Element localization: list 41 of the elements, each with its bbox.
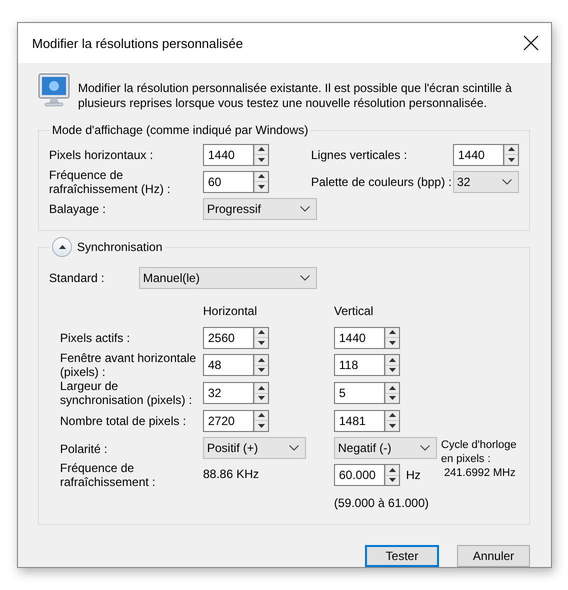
dropdown[interactable]: Positif (+) <box>203 436 306 458</box>
group-title: Synchronisation <box>77 240 162 254</box>
number-field[interactable]: 2560 <box>203 326 253 348</box>
field-label: Standard : <box>49 271 106 285</box>
pixel-clock-text: Cycle d'horloge en pixels : 241.6992 MHz <box>441 438 518 480</box>
dropdown[interactable]: Manuel(le) <box>139 267 317 289</box>
dialog-button[interactable]: Annuler <box>457 545 530 567</box>
default-button[interactable]: Tester <box>365 545 439 567</box>
number-field[interactable]: 60 <box>203 170 253 192</box>
field-label: Fenêtre avant horizontale (pixels) : <box>60 351 198 379</box>
number-field[interactable]: 2720 <box>203 410 253 432</box>
dropdown[interactable]: Negatif (-) <box>334 436 437 458</box>
number-field[interactable]: 1440 <box>453 144 503 166</box>
field-label: Pixels actifs : <box>60 330 132 344</box>
number-field[interactable]: 118 <box>334 354 384 376</box>
dropdown[interactable]: Progressif <box>203 198 317 220</box>
number-field[interactable]: 1440 <box>203 144 253 166</box>
column-header: Vertical <box>334 304 374 318</box>
window-title: Modifier la résolutions personnalisée <box>32 36 244 50</box>
field-label: Balayage : <box>49 202 107 216</box>
description-text: Modifier la résolution personnalisée existante. Il est possible que l'écran scintille à plusieurs reprises lorsque vous testez une nouvelle résolution personnalisée. <box>78 81 513 111</box>
range-text: (59.000 à 61.000) <box>334 496 430 510</box>
field-label: Fréquence de rafraîchissement : <box>60 461 156 489</box>
column-header: Horizontal <box>203 304 258 318</box>
unit-label: Hz <box>406 468 421 482</box>
number-field[interactable]: 60.000 <box>334 464 384 486</box>
field-label: Fréquence de rafraîchissement (Hz) : <box>49 168 172 196</box>
field-label: Nombre total de pixels : <box>60 414 188 428</box>
number-field[interactable]: 48 <box>203 354 253 376</box>
number-field[interactable]: 5 <box>334 382 384 404</box>
dropdown[interactable]: 32 <box>453 170 519 192</box>
number-field[interactable]: 1440 <box>334 326 384 348</box>
group-title: Mode d'affichage (comme indiqué par Windows) <box>52 123 308 137</box>
field-label: Polarité : <box>60 442 108 456</box>
field-label: Largeur de synchronisation (pixels) : <box>60 379 194 407</box>
field-label: Lignes verticales : <box>311 148 408 162</box>
number-field[interactable]: 32 <box>203 382 253 404</box>
field-label: Palette de couleurs (bpp) : <box>311 174 453 188</box>
number-field[interactable]: 1481 <box>334 410 384 432</box>
field-label: Pixels horizontaux : <box>49 148 154 162</box>
frequency-value: 88.86 KHz <box>203 467 260 481</box>
